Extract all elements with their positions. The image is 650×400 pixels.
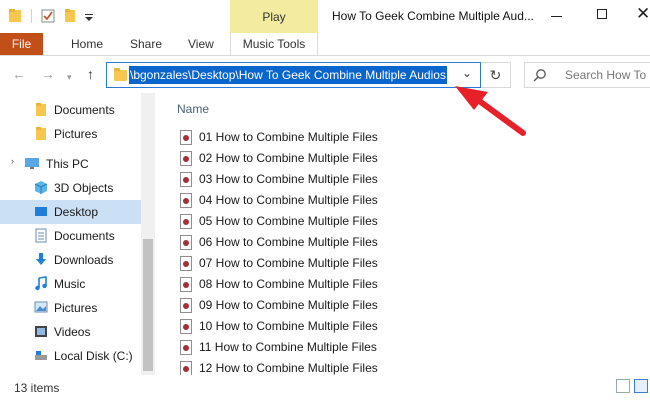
large-icons-view-icon[interactable] [634, 379, 648, 393]
file-name: 05 How to Combine Multiple Files [199, 214, 378, 228]
nav-item-this-pc[interactable]: › This PC [0, 152, 141, 176]
audio-file-icon [180, 130, 192, 145]
nav-item-label: Videos [54, 325, 91, 339]
audio-file-icon [180, 277, 192, 292]
nav-item-downloads[interactable]: Downloads [0, 248, 141, 272]
nav-item-label: Music [54, 277, 86, 291]
details-view-icon[interactable] [616, 379, 630, 393]
back-arrow-icon[interactable]: ← [12, 66, 26, 82]
properties-icon[interactable] [41, 7, 55, 25]
play-contextual-tab[interactable]: Play [230, 0, 318, 33]
nav-item-3d-objects[interactable]: 3D Objects [0, 176, 141, 200]
nav-item-label: Pictures [54, 301, 98, 315]
tab-home[interactable]: Home [71, 33, 103, 55]
file-name: 10 How to Combine Multiple Files [199, 319, 378, 333]
nav-item-music[interactable]: Music [0, 272, 141, 296]
audio-file-icon [180, 340, 192, 355]
nav-item-pictures-quick[interactable]: Pictures [0, 122, 141, 146]
videos-icon [35, 326, 47, 337]
address-path-selected[interactable]: \bgonzales\Desktop\How To Geek Combine M… [129, 66, 447, 84]
nav-item-documents[interactable]: Documents [0, 224, 141, 248]
file-name: 08 How to Combine Multiple Files [199, 277, 378, 291]
new-folder-icon[interactable] [63, 7, 77, 25]
nav-item-label: This PC [46, 157, 89, 171]
audio-file-icon [180, 172, 192, 187]
file-name: 11 How to Combine Multiple Files [199, 340, 377, 354]
nav-item-label: Documents [54, 103, 115, 117]
file-name: 04 How to Combine Multiple Files [199, 193, 378, 207]
desktop-icon [35, 207, 47, 216]
file-list: Name 01 How to Combine Multiple Files 02 … [156, 93, 650, 376]
address-bar[interactable]: \bgonzales\Desktop\How To Geek Combine M… [106, 62, 481, 88]
nav-item-label: 3D Objects [54, 181, 114, 195]
nav-item-label: Desktop [54, 205, 99, 219]
toolbar-separator [31, 9, 32, 23]
tab-share[interactable]: Share [130, 33, 162, 55]
folder-icon [114, 68, 127, 81]
address-row: ← → ▾ ↑ \bgonzales\Desktop\How To Geek C… [0, 56, 650, 93]
nav-item-desktop[interactable]: Desktop [0, 200, 141, 224]
audio-file-icon [180, 298, 192, 313]
audio-file-icon [180, 193, 192, 208]
audio-file-icon [180, 214, 192, 229]
computer-icon [25, 158, 39, 169]
file-name: 02 How to Combine Multiple Files [199, 151, 378, 165]
audio-file-icon [180, 235, 192, 250]
folder-icon [36, 103, 46, 116]
audio-file-icon [180, 361, 192, 376]
ribbon-tabs: File Home Share View Music Tools [0, 33, 650, 56]
file-name: 06 How to Combine Multiple Files [199, 235, 378, 249]
nav-item-label: Pictures [54, 127, 98, 141]
pictures-icon [34, 301, 48, 313]
file-name: 01 How to Combine Multiple Files [199, 130, 378, 144]
nav-item-videos[interactable]: Videos [0, 320, 141, 344]
status-bar: 13 items [0, 375, 650, 400]
nav-item-documents-quick[interactable]: Documents [0, 98, 141, 122]
search-icon [533, 69, 546, 82]
navigation-pane: Documents Pictures › This PC 3D Objects … [0, 93, 155, 375]
search-input[interactable]: Search How To G [524, 62, 650, 88]
3d-objects-icon [34, 181, 48, 194]
expand-chevron-icon[interactable]: › [11, 156, 14, 166]
file-name: 09 How to Combine Multiple Files [199, 298, 378, 312]
folder-icon [36, 127, 46, 140]
nav-item-label: Documents [54, 229, 115, 243]
tab-view[interactable]: View [188, 33, 214, 55]
documents-icon [35, 228, 47, 243]
nav-item-label: Downloads [54, 253, 114, 267]
chevron-down-icon[interactable]: ⌄ [462, 66, 472, 80]
tab-music-tools[interactable]: Music Tools [230, 33, 318, 55]
system-menu-icon[interactable] [8, 7, 22, 25]
nav-item-local-disk[interactable]: Local Disk (C:) [0, 344, 141, 368]
close-icon[interactable]: ✕ [636, 4, 650, 24]
tab-file[interactable]: File [0, 33, 43, 55]
audio-file-icon [180, 319, 192, 334]
up-arrow-icon[interactable]: ↑ [87, 66, 94, 82]
file-name: 12 How to Combine Multiple Files [199, 361, 378, 375]
audio-file-icon [180, 256, 192, 271]
file-name: 07 How to Combine Multiple Files [199, 256, 378, 270]
downloads-icon [36, 253, 46, 265]
search-placeholder: Search How To G [565, 68, 650, 82]
file-name: 03 How to Combine Multiple Files [199, 172, 378, 186]
nav-item-label: Local Disk (C:) [54, 349, 133, 363]
minimize-icon[interactable] [551, 16, 562, 17]
window-title: How To Geek Combine Multiple Aud... [332, 9, 534, 23]
forward-arrow-icon[interactable]: → [41, 66, 55, 82]
refresh-button[interactable]: ↻ [481, 62, 511, 88]
column-header-name[interactable]: Name [177, 102, 209, 116]
nav-scrollbar-thumb[interactable] [143, 239, 153, 371]
disk-icon [35, 351, 47, 360]
maximize-icon[interactable] [597, 9, 607, 19]
customize-toolbar-icon[interactable] [84, 7, 94, 25]
audio-file-icon [180, 151, 192, 166]
nav-item-pictures[interactable]: Pictures [0, 296, 141, 320]
title-bar: Play How To Geek Combine Multiple Aud...… [0, 0, 650, 33]
recent-locations-chevron-icon[interactable]: ▾ [67, 69, 72, 85]
item-count: 13 items [14, 381, 60, 395]
music-icon [35, 276, 47, 291]
